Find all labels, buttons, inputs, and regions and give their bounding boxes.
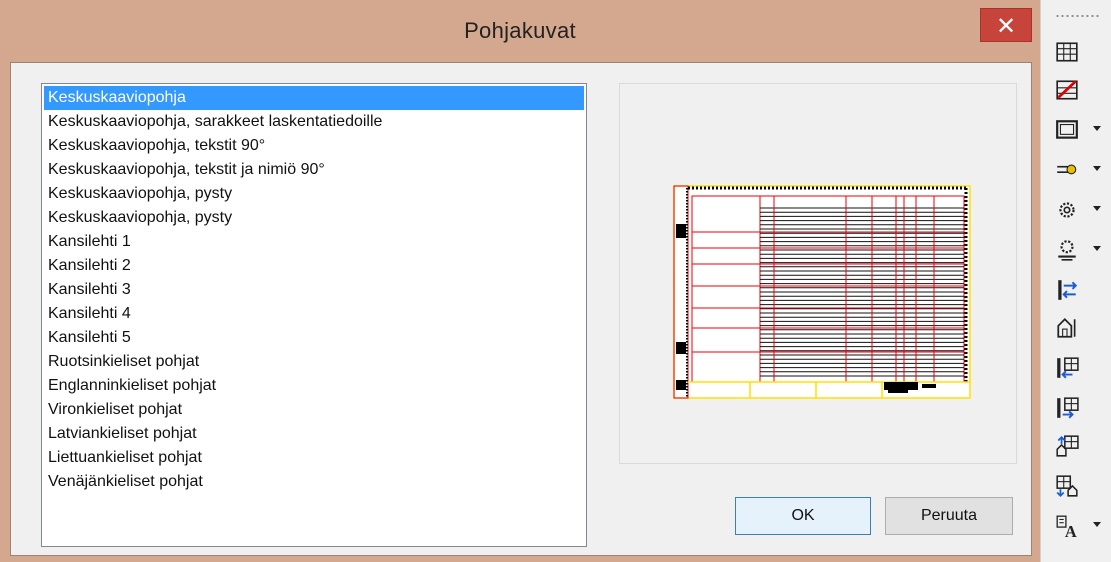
toolbar-button-table-insert-left[interactable] <box>1051 354 1101 382</box>
template-list-item[interactable]: Kansilehti 5 <box>44 326 584 350</box>
close-icon: ✕ <box>995 13 1017 40</box>
dialog-title: Pohjakuvat <box>464 18 576 43</box>
table-insert-left-icon <box>1057 357 1079 379</box>
dropdown-arrow-icon[interactable] <box>1093 126 1101 131</box>
toolbar-button-connector[interactable] <box>1051 156 1101 184</box>
toolbar-button-table-insert-right[interactable] <box>1051 394 1101 422</box>
swap-arrows-icon <box>1058 280 1078 300</box>
template-list-item[interactable]: Keskuskaaviopohja <box>44 86 584 110</box>
toolbar-grip-handle[interactable] <box>1055 14 1099 18</box>
dialog-window: Pohjakuvat ✕ Keskuskaaviopohja Keskuskaav… <box>0 0 1040 562</box>
svg-text:A: A <box>1065 522 1077 538</box>
table-delete-icon <box>1056 80 1078 100</box>
template-list-item[interactable]: Kansilehti 1 <box>44 230 584 254</box>
ok-button[interactable]: OK <box>735 497 871 535</box>
text-style-icon: A <box>1056 515 1077 538</box>
building-text-icon <box>1057 318 1076 338</box>
toolbar-button-gear-settings[interactable] <box>1051 236 1101 264</box>
close-button[interactable]: ✕ <box>980 8 1032 42</box>
toolbar-button-swap-arrows[interactable] <box>1051 276 1101 304</box>
template-list-item[interactable]: Keskuskaaviopohja, tekstit ja nimiö 90° <box>44 158 584 182</box>
template-list-item[interactable]: Keskuskaaviopohja, pysty <box>44 206 584 230</box>
frame-icon <box>1056 120 1078 139</box>
gear-settings-icon <box>1058 240 1076 261</box>
template-list-item[interactable]: Keskuskaaviopohja, tekstit 90° <box>44 134 584 158</box>
table-insert-right-icon <box>1057 397 1079 419</box>
template-list-item[interactable]: Kansilehti 3 <box>44 278 584 302</box>
table-building-up-icon <box>1056 435 1079 457</box>
template-list-item[interactable]: Ruotsinkieliset pohjat <box>44 350 584 374</box>
template-list-item[interactable]: Kansilehti 2 <box>44 254 584 278</box>
template-preview <box>619 83 1017 464</box>
toolbar-button-table-grid[interactable] <box>1051 38 1101 66</box>
toolbar-button-building-text[interactable] <box>1051 314 1101 342</box>
toolbar-button-text-style[interactable]: A <box>1051 512 1101 540</box>
table-grid-icon <box>1056 42 1078 62</box>
gears-icon <box>1059 202 1075 218</box>
toolbar-button-table-building-down[interactable] <box>1051 472 1101 500</box>
dropdown-arrow-icon[interactable] <box>1093 166 1101 171</box>
template-list[interactable]: Keskuskaaviopohja Keskuskaaviopohja, sara… <box>41 83 587 547</box>
template-list-item[interactable]: Vironkieliset pohjat <box>44 398 584 422</box>
toolbar-button-table-building-up[interactable] <box>1051 432 1101 460</box>
table-building-down-icon <box>1056 475 1078 498</box>
template-list-item[interactable]: Keskuskaaviopohja, pysty <box>44 182 584 206</box>
toolbar-button-gears[interactable] <box>1051 196 1101 224</box>
template-list-item[interactable]: Venäjänkieliset pohjat <box>44 470 584 494</box>
side-toolbar: A <box>1040 0 1111 562</box>
dropdown-arrow-icon[interactable] <box>1093 206 1101 211</box>
connector-icon <box>1057 164 1077 175</box>
template-list-item[interactable]: Latviankieliset pohjat <box>44 422 584 446</box>
toolbar-button-frame[interactable] <box>1051 116 1101 144</box>
template-list-item[interactable]: Keskuskaaviopohja, sarakkeet laskentatie… <box>44 110 584 134</box>
template-list-item[interactable]: Kansilehti 4 <box>44 302 584 326</box>
dropdown-arrow-icon[interactable] <box>1093 246 1101 251</box>
dropdown-arrow-icon[interactable] <box>1093 522 1101 527</box>
template-preview-drawing <box>673 185 971 399</box>
dialog-client-area: Keskuskaaviopohja Keskuskaaviopohja, sara… <box>10 62 1032 556</box>
template-list-item[interactable]: Englanninkieliset pohjat <box>44 374 584 398</box>
toolbar-button-table-delete[interactable] <box>1051 76 1101 104</box>
title-bar[interactable]: Pohjakuvat ✕ <box>0 0 1040 62</box>
template-list-item[interactable]: Liettuankieliset pohjat <box>44 446 584 470</box>
cancel-button[interactable]: Peruuta <box>885 497 1013 535</box>
